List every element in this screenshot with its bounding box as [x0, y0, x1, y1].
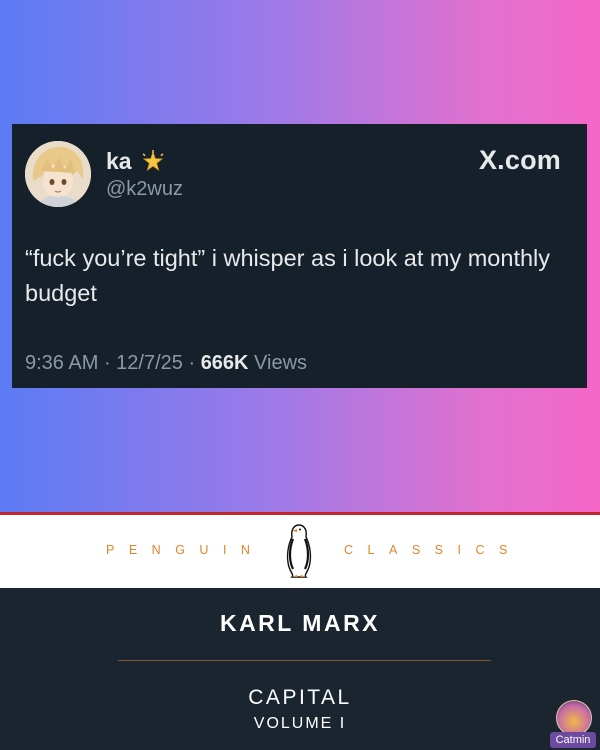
x-logo-brand: X.com — [478, 145, 561, 175]
penguin-logo-icon — [284, 523, 314, 579]
cat-sunset-logo-icon — [556, 700, 592, 736]
publisher-classics-text: CLASSICS — [344, 543, 522, 557]
watermark: Catmin — [548, 700, 598, 750]
book-volume: VOLUME I — [253, 715, 347, 732]
display-name[interactable]: ka — [106, 148, 132, 175]
publisher-band: PENGUIN CLASSICS — [0, 515, 600, 588]
avatar[interactable] — [25, 141, 91, 207]
tweet-meta: 9:36 AM · 12/7/25 · 666K Views — [25, 352, 307, 375]
tweet-text: “fuck you’re tight” i whisper as i look … — [25, 245, 551, 306]
title-divider — [118, 660, 491, 661]
user-handle[interactable]: @k2wuz — [106, 178, 183, 201]
book-author: KARL MARX — [219, 610, 381, 636]
tweet-date[interactable]: 12/7/25 — [116, 352, 183, 374]
meta-separator: · — [98, 352, 117, 374]
tweet-time[interactable]: 9:36 AM — [25, 352, 98, 374]
views-label: Views — [248, 352, 308, 374]
views-count: 666K — [200, 352, 249, 374]
publisher-penguin-text: PENGUIN — [106, 543, 265, 557]
watermark-label: Catmin — [550, 732, 596, 748]
sparkle-star-icon — [141, 149, 165, 174]
book-cover: PENGUIN CLASSICS KARL MARX CAPITAL VOLUM… — [0, 512, 600, 750]
tweet-card[interactable]: ka @k2wuz X.com “fuck you’re tight” i wh… — [12, 124, 587, 388]
meta-separator: · — [182, 352, 201, 374]
book-title: CAPITAL — [248, 686, 352, 709]
